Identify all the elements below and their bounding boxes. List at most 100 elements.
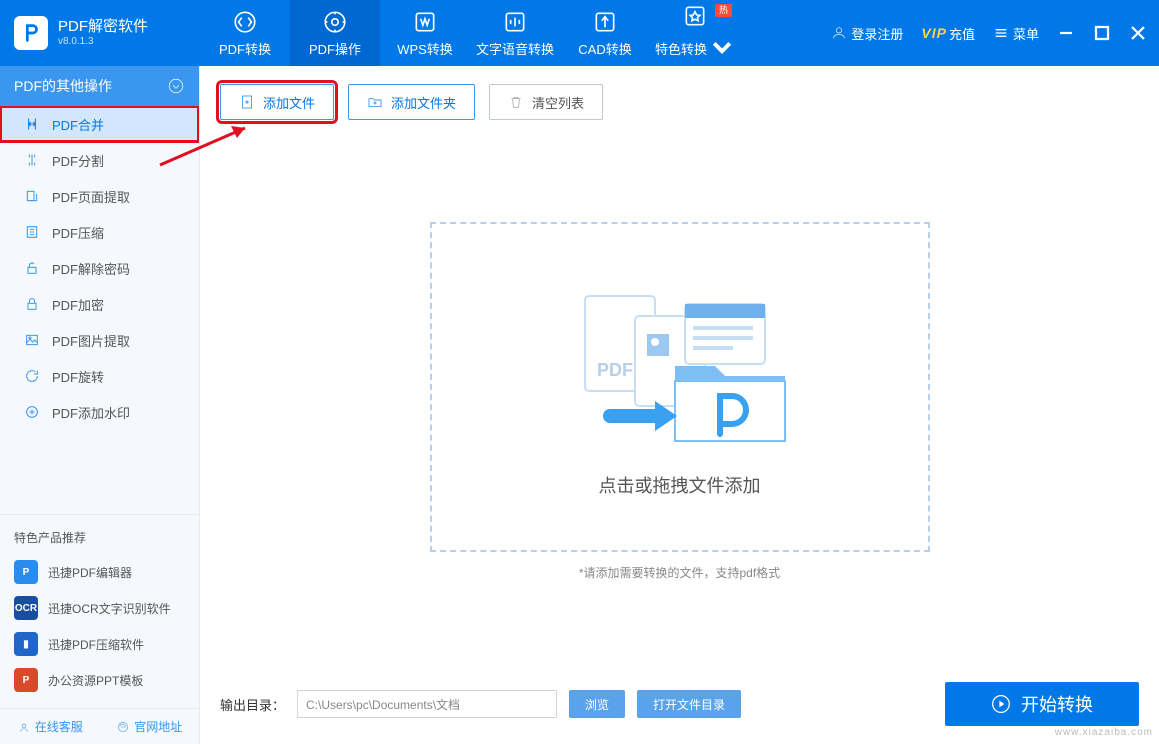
login-label: 登录注册 bbox=[851, 24, 903, 43]
audio-icon bbox=[502, 9, 528, 35]
sidebar-item-label: PDF分割 bbox=[52, 151, 104, 170]
dropzone-hint: *请添加需要转换的文件，支持pdf格式 bbox=[430, 564, 930, 581]
recommend-section: 特色产品推荐 P 迅捷PDF编辑器 OCR 迅捷OCR文字识别软件 ▮ 迅捷PD… bbox=[0, 514, 199, 708]
sidebar-footer: 在线客服 官网地址 bbox=[0, 708, 199, 744]
button-label: 添加文件夹 bbox=[391, 93, 456, 112]
action-row: 添加文件 添加文件夹 清空列表 bbox=[220, 84, 1139, 120]
tab-pdf-operate[interactable]: PDF操作 bbox=[290, 0, 380, 66]
menu-button[interactable]: 菜单 bbox=[993, 24, 1039, 43]
sidebar-header-label: PDF的其他操作 bbox=[14, 76, 112, 96]
split-icon bbox=[24, 152, 40, 168]
button-label: 开始转换 bbox=[1021, 691, 1093, 717]
app-version: v8.0.1.3 bbox=[58, 36, 148, 47]
tab-wps-convert[interactable]: WPS转换 bbox=[380, 0, 470, 66]
sidebar-item-label: PDF添加水印 bbox=[52, 403, 130, 422]
wps-icon bbox=[412, 9, 438, 35]
recommend-item[interactable]: OCR 迅捷OCR文字识别软件 bbox=[0, 590, 199, 626]
lock-icon bbox=[24, 296, 40, 312]
recommend-title: 特色产品推荐 bbox=[0, 525, 199, 554]
svg-text:PDF: PDF bbox=[597, 360, 633, 380]
add-file-button[interactable]: 添加文件 bbox=[220, 84, 334, 120]
sidebar-item-label: PDF旋转 bbox=[52, 367, 104, 386]
recommend-item[interactable]: P 迅捷PDF编辑器 bbox=[0, 554, 199, 590]
app-title: PDF解密软件 bbox=[58, 19, 148, 36]
recommend-label: 迅捷OCR文字识别软件 bbox=[48, 600, 171, 617]
sidebar-list: PDF合并 PDF分割 PDF页面提取 PDF压缩 PDF解除密码 PDF加密 bbox=[0, 106, 199, 514]
recommend-item[interactable]: ▮ 迅捷PDF压缩软件 bbox=[0, 626, 199, 662]
tab-label: 文字语音转换 bbox=[476, 39, 554, 58]
dropzone-illustration: PDF bbox=[555, 276, 805, 456]
recommend-label: 办公资源PPT模板 bbox=[48, 672, 143, 689]
compress-icon bbox=[24, 224, 40, 240]
app-icon: OCR bbox=[14, 596, 38, 620]
dropzone[interactable]: PDF bbox=[430, 222, 930, 552]
sidebar-item-label: PDF加密 bbox=[52, 295, 104, 314]
watermark-icon bbox=[24, 404, 40, 420]
sidebar-item-pdf-unlock[interactable]: PDF解除密码 bbox=[0, 250, 199, 286]
sidebar-item-label: PDF合并 bbox=[52, 115, 104, 134]
gear-icon bbox=[322, 9, 348, 35]
browse-button[interactable]: 浏览 bbox=[569, 690, 625, 718]
sidebar-item-pdf-split[interactable]: PDF分割 bbox=[0, 142, 199, 178]
sidebar-item-pdf-extract[interactable]: PDF页面提取 bbox=[0, 178, 199, 214]
tab-label: PDF操作 bbox=[309, 39, 361, 58]
website-link[interactable]: 官网地址 bbox=[100, 718, 200, 735]
sidebar-item-label: PDF图片提取 bbox=[52, 331, 130, 350]
tab-label: 特色转换 bbox=[655, 39, 707, 58]
vip-badge: VIP bbox=[921, 25, 947, 41]
minimize-button[interactable] bbox=[1057, 24, 1075, 42]
app-icon: ▮ bbox=[14, 632, 38, 656]
sidebar: PDF的其他操作 PDF合并 PDF分割 PDF页面提取 PDF压缩 bbox=[0, 66, 200, 744]
tab-pdf-convert[interactable]: PDF转换 bbox=[200, 0, 290, 66]
open-folder-button[interactable]: 打开文件目录 bbox=[637, 690, 741, 718]
output-dir-input[interactable] bbox=[297, 690, 557, 718]
start-convert-button[interactable]: 开始转换 bbox=[945, 682, 1139, 726]
menu-label: 菜单 bbox=[1013, 24, 1039, 43]
chevron-down-circle-icon bbox=[167, 77, 185, 95]
sidebar-item-pdf-image-extract[interactable]: PDF图片提取 bbox=[0, 322, 199, 358]
add-folder-button[interactable]: 添加文件夹 bbox=[348, 84, 475, 120]
unlock-icon bbox=[24, 260, 40, 276]
sidebar-item-pdf-watermark[interactable]: PDF添加水印 bbox=[0, 394, 199, 430]
login-link[interactable]: 登录注册 bbox=[831, 24, 903, 43]
tab-tts-convert[interactable]: 文字语音转换 bbox=[470, 0, 560, 66]
support-link[interactable]: 在线客服 bbox=[0, 718, 100, 735]
play-icon bbox=[991, 694, 1011, 714]
sidebar-item-pdf-merge[interactable]: PDF合并 bbox=[0, 106, 199, 142]
image-icon bbox=[24, 332, 40, 348]
sidebar-item-label: PDF解除密码 bbox=[52, 259, 130, 278]
merge-icon bbox=[24, 116, 40, 132]
output-dir-label: 输出目录： bbox=[220, 695, 285, 714]
clear-list-button[interactable]: 清空列表 bbox=[489, 84, 603, 120]
header-right: 登录注册 VIP充值 菜单 bbox=[831, 0, 1159, 66]
sidebar-header[interactable]: PDF的其他操作 bbox=[0, 66, 199, 106]
sidebar-item-pdf-compress[interactable]: PDF压缩 bbox=[0, 214, 199, 250]
rotate-icon bbox=[24, 368, 40, 384]
app-logo-icon bbox=[14, 16, 48, 50]
tab-label: CAD转换 bbox=[578, 39, 631, 58]
sidebar-item-label: PDF压缩 bbox=[52, 223, 104, 242]
recommend-item[interactable]: P 办公资源PPT模板 bbox=[0, 662, 199, 698]
app-icon: P bbox=[14, 668, 38, 692]
watermark-text: www.xiazaiba.com bbox=[1055, 727, 1153, 738]
tab-cad-convert[interactable]: CAD转换 bbox=[560, 0, 650, 66]
vip-link[interactable]: VIP充值 bbox=[921, 24, 975, 43]
maximize-button[interactable] bbox=[1093, 24, 1111, 42]
sidebar-item-pdf-rotate[interactable]: PDF旋转 bbox=[0, 358, 199, 394]
website-label: 官网地址 bbox=[134, 718, 182, 735]
sidebar-item-pdf-encrypt[interactable]: PDF加密 bbox=[0, 286, 199, 322]
close-button[interactable] bbox=[1129, 24, 1147, 42]
tab-label: WPS转换 bbox=[397, 39, 453, 58]
add-folder-icon bbox=[367, 94, 383, 110]
main-panel: 添加文件 添加文件夹 清空列表 PDF bbox=[200, 66, 1159, 744]
support-label: 在线客服 bbox=[35, 718, 83, 735]
button-label: 添加文件 bbox=[263, 93, 315, 112]
title-bar: PDF解密软件 v8.0.1.3 PDF转换 PDF操作 WPS转换 文字语音转… bbox=[0, 0, 1159, 66]
convert-icon bbox=[232, 9, 258, 35]
add-file-icon bbox=[239, 94, 255, 110]
extract-icon bbox=[24, 188, 40, 204]
tab-special-convert[interactable]: 热 特色转换 bbox=[650, 0, 740, 66]
star-convert-icon bbox=[682, 3, 708, 29]
headset-icon bbox=[17, 720, 31, 734]
cad-icon bbox=[592, 9, 618, 35]
